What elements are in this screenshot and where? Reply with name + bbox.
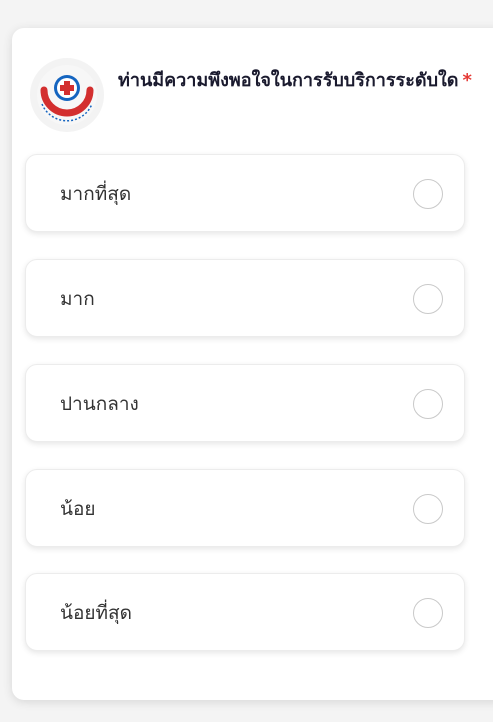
option-label: มากที่สุด: [60, 183, 132, 205]
option-label: มาก: [60, 288, 95, 310]
option-very-satisfied[interactable]: มาก: [25, 259, 465, 337]
option-label: น้อย: [60, 498, 96, 520]
survey-page: ท่านมีความพึงพอใจในการรับบริการระดับใด * …: [0, 0, 493, 722]
option-label: ปานกลาง: [60, 393, 139, 415]
radio-button[interactable]: [413, 179, 443, 209]
radio-button[interactable]: [413, 389, 443, 419]
hospital-logo: [30, 58, 104, 132]
option-most-satisfied[interactable]: มากที่สุด: [25, 154, 465, 232]
option-label: น้อยที่สุด: [60, 602, 132, 624]
option-least[interactable]: น้อยที่สุด: [25, 573, 465, 651]
required-marker: *: [462, 70, 472, 91]
hospital-logo-icon: [37, 65, 97, 125]
question-header: ท่านมีความพึงพอใจในการรับบริการระดับใด *: [28, 58, 493, 138]
question-title: ท่านมีความพึงพอใจในการรับบริการระดับใด *: [118, 66, 493, 96]
radio-button[interactable]: [413, 494, 443, 524]
question-text: ท่านมีความพึงพอใจในการรับบริการระดับใด: [118, 70, 459, 91]
top-strip: [0, 0, 493, 14]
radio-button[interactable]: [413, 284, 443, 314]
option-moderate[interactable]: ปานกลาง: [25, 364, 465, 442]
radio-button[interactable]: [413, 598, 443, 628]
option-little[interactable]: น้อย: [25, 469, 465, 547]
